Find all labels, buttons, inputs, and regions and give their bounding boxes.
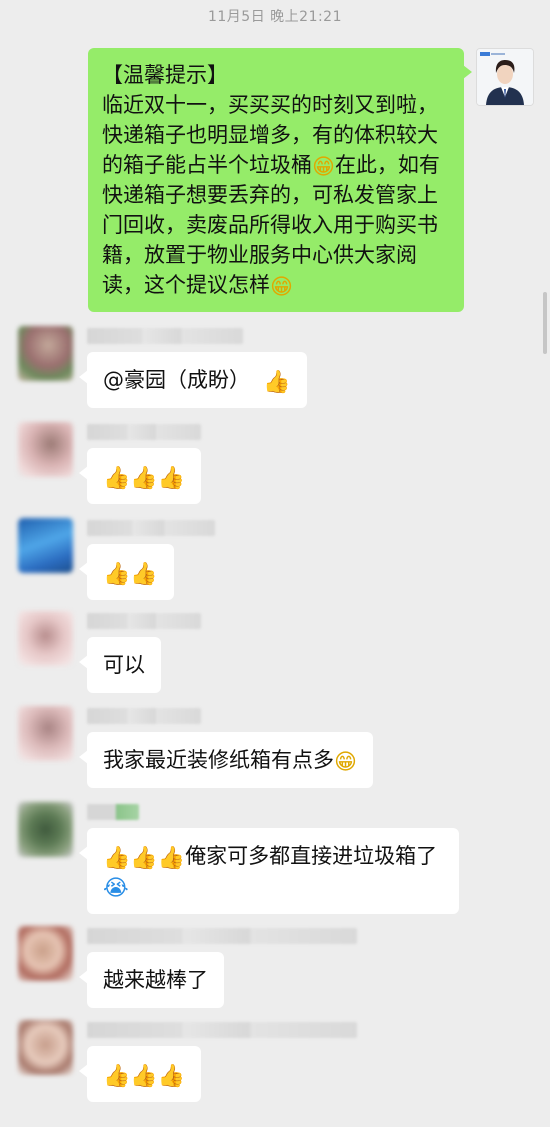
incoming-message[interactable]: 可以 (18, 611, 201, 693)
message-bubble[interactable]: @豪园（成盼） 👍 (79, 352, 307, 408)
notice-title: 【温馨提示】 (102, 63, 228, 87)
crying-emoji-icon: 😭 (103, 876, 129, 901)
sender-name (87, 520, 215, 536)
message-bubble[interactable]: 我家最近装修纸箱有点多😁 (79, 732, 373, 788)
user-avatar[interactable] (18, 1020, 73, 1075)
grin-emoji-icon: 😁 (334, 750, 357, 775)
thumbs-up-emoji-icon: 👍👍👍 (103, 846, 186, 871)
message-text: @豪园（成盼） (103, 368, 250, 392)
thumbs-up-emoji-icon: 👍👍👍 (103, 1064, 186, 1089)
user-avatar[interactable] (18, 926, 73, 981)
my-avatar[interactable] (476, 48, 534, 106)
sender-name (87, 1022, 357, 1038)
incoming-message[interactable]: 👍👍👍 (18, 422, 202, 504)
grin-emoji-icon: 😁 (312, 155, 335, 180)
person-avatar-icon (477, 49, 533, 105)
grin-emoji-icon: 😁 (270, 275, 293, 300)
thumbs-up-emoji-icon: 👍👍👍 (103, 466, 186, 491)
message-bubble[interactable]: 👍👍👍 (78, 1046, 202, 1102)
scrollbar[interactable] (543, 292, 547, 354)
sender-name (87, 928, 357, 944)
thumbs-up-emoji-icon: 👍 (263, 370, 291, 395)
sender-name (87, 328, 243, 344)
outgoing-bubble[interactable]: 【温馨提示】 临近双十一，买买买的时刻又到啦，快递箱子也明显增多，有的体积较大的… (88, 48, 472, 312)
user-avatar[interactable] (18, 518, 73, 573)
sender-name (87, 708, 201, 724)
incoming-message[interactable]: 我家最近装修纸箱有点多😁 (18, 706, 373, 788)
message-text: 俺家可多都直接进垃圾箱了 (185, 844, 438, 868)
message-text: 可以 (103, 653, 145, 677)
message-text: 我家最近装修纸箱有点多 (103, 748, 334, 772)
incoming-message[interactable]: @豪园（成盼） 👍 (18, 326, 307, 408)
thumbs-up-emoji-icon: 👍👍 (103, 562, 158, 587)
message-text: 越来越棒了 (103, 968, 208, 992)
user-avatar[interactable] (18, 326, 73, 381)
incoming-message[interactable]: 越来越棒了 (18, 926, 357, 1008)
incoming-message[interactable]: 👍👍👍俺家可多都直接进垃圾箱了 😭 (18, 802, 459, 914)
message-bubble[interactable]: 可以 (79, 637, 161, 693)
message-bubble[interactable]: 👍👍👍俺家可多都直接进垃圾箱了 😭 (79, 828, 459, 914)
chat-timestamp: 11月5日 晚上21:21 (207, 9, 343, 25)
user-avatar[interactable] (18, 706, 73, 761)
incoming-message[interactable]: 👍👍👍 (18, 1020, 357, 1102)
user-avatar[interactable] (18, 802, 73, 857)
sender-name (87, 424, 201, 440)
message-bubble[interactable]: 👍👍 (79, 544, 174, 600)
outgoing-message[interactable]: 【温馨提示】 临近双十一，买买买的时刻又到啦，快递箱子也明显增多，有的体积较大的… (88, 48, 534, 312)
user-avatar[interactable] (18, 422, 73, 477)
sender-name (87, 804, 139, 820)
sender-name (87, 613, 201, 629)
incoming-message[interactable]: 👍👍 (18, 518, 215, 600)
message-bubble[interactable]: 👍👍👍 (78, 448, 202, 504)
user-avatar[interactable] (18, 611, 73, 666)
message-bubble[interactable]: 越来越棒了 (79, 952, 224, 1008)
